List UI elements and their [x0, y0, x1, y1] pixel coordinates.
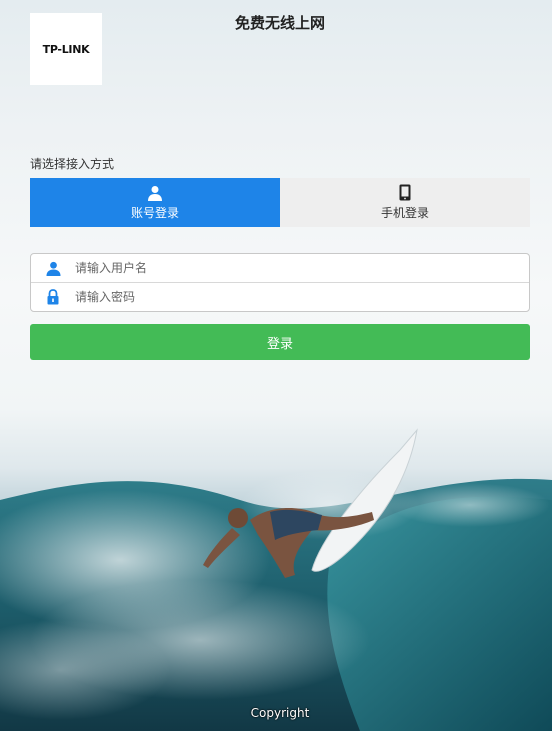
username-input[interactable]: [75, 261, 495, 275]
tab-account-login[interactable]: 账号登录: [30, 178, 280, 227]
tab-phone-login[interactable]: 手机登录: [280, 178, 530, 227]
lock-icon: [31, 289, 75, 305]
copyright-text: Copyright: [250, 706, 310, 720]
user-icon: [147, 184, 163, 201]
login-button[interactable]: 登录: [30, 324, 530, 360]
logo-text: TP-LINK: [42, 42, 90, 56]
login-form: [30, 253, 530, 312]
access-method-label: 请选择接入方式: [30, 157, 115, 171]
tab-phone-login-label: 手机登录: [380, 206, 429, 220]
login-page: TP-LINK 免费无线上网 请选择接入方式 账号登录 手机登录 请输入用户名 …: [0, 0, 552, 731]
mobile-phone-icon: [399, 184, 411, 201]
password-input[interactable]: [75, 290, 495, 304]
tab-account-login-label: 账号登录: [130, 206, 179, 220]
user-icon: [31, 261, 75, 276]
page-title: 免费无线上网: [234, 14, 325, 32]
password-row: [31, 283, 529, 311]
background-photo: [0, 428, 552, 731]
login-method-tabs: 账号登录 手机登录: [30, 178, 530, 227]
username-row: [31, 254, 529, 283]
